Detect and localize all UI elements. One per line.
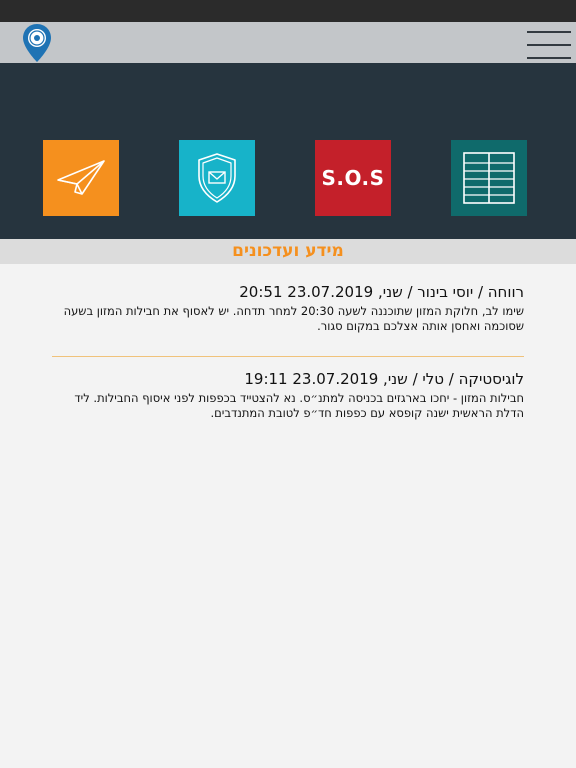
paper-plane-icon	[57, 160, 105, 195]
status-bar	[0, 0, 576, 22]
news-list: רווחה / יוסי בינור / שני, 23.07.2019 20:…	[52, 282, 524, 421]
notice-board-tile[interactable]	[451, 140, 527, 216]
news-item[interactable]: רווחה / יוסי בינור / שני, 23.07.2019 20:…	[52, 282, 524, 334]
shield-mail-icon	[198, 153, 236, 203]
sos-tile[interactable]: S.O.S	[315, 140, 391, 216]
news-item[interactable]: לוגיסטיקה / טלי / שני, 23.07.2019 19:11 …	[52, 369, 524, 421]
section-title: מידע ועדכונים	[232, 241, 344, 261]
news-divider	[52, 356, 524, 357]
section-header: מידע ועדכונים	[0, 239, 576, 264]
location-pin-logo-icon[interactable]	[22, 23, 52, 63]
secure-mail-tile[interactable]	[179, 140, 255, 216]
send-message-tile[interactable]	[43, 140, 119, 216]
quick-actions-panel: S.O.S	[0, 63, 576, 239]
news-item-body: חבילות המזון - יחכו בארגזים בכניסה למתנ״…	[74, 391, 524, 420]
notice-board-icon	[463, 152, 515, 204]
news-item-body: שימו לב, חלוקת המזון שתוכננה לשעה 20:30 …	[63, 304, 524, 333]
news-item-title: לוגיסטיקה / טלי / שני, 23.07.2019 19:11	[244, 370, 524, 388]
top-bar	[0, 22, 576, 63]
hamburger-menu-icon[interactable]	[527, 31, 571, 59]
news-item-title: רווחה / יוסי בינור / שני, 23.07.2019 20:…	[239, 283, 524, 301]
sos-label: S.O.S	[321, 166, 385, 190]
